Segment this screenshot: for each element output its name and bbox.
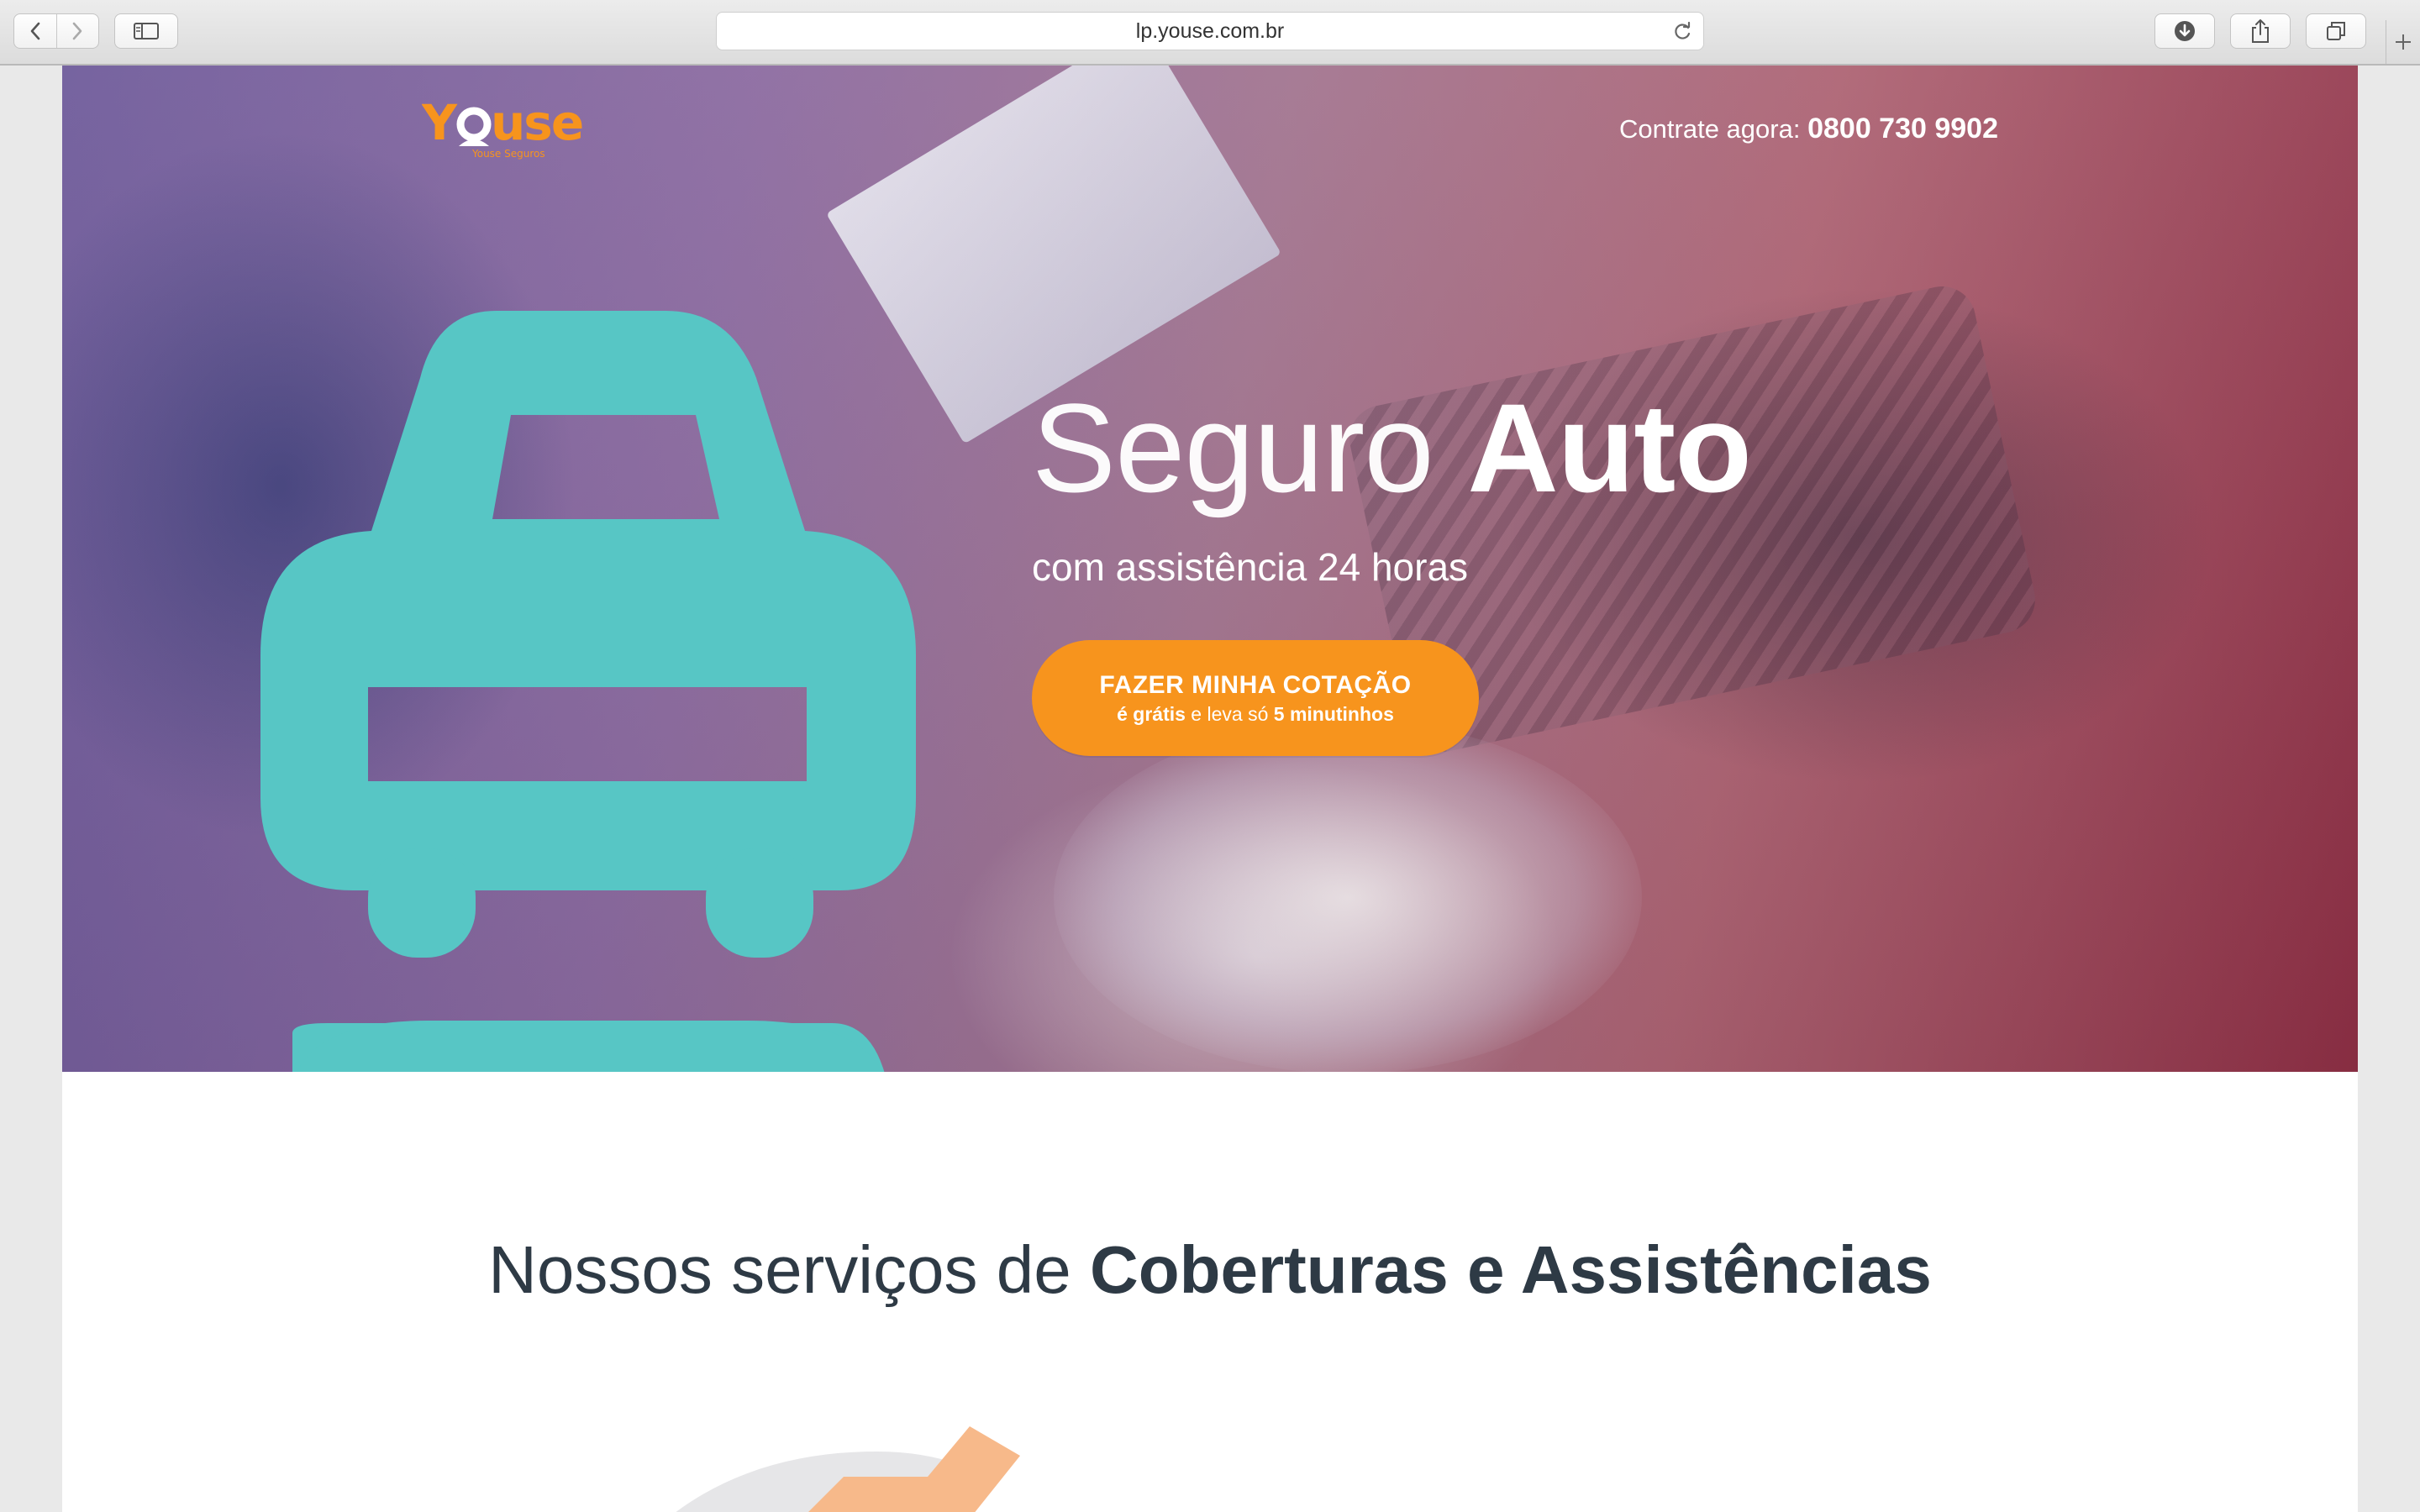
- hero-title: Seguro Auto: [1032, 385, 1752, 511]
- svg-text:use: use: [491, 94, 582, 151]
- hero-subtitle: com assistência 24 horas: [1032, 545, 1469, 589]
- quote-button-sublabel: é grátis e leva só 5 minutinhos: [1117, 703, 1394, 726]
- address-bar[interactable]: lp.youse.com.br: [716, 12, 1704, 50]
- services-heading-bold: Coberturas e Assistências: [1089, 1232, 1932, 1307]
- quote-button[interactable]: FAZER MINHA COTAÇÃO é grátis e leva só 5…: [1032, 640, 1479, 756]
- downloads-button[interactable]: [2154, 13, 2215, 49]
- nav-buttons: [13, 13, 99, 49]
- url-text: lp.youse.com.br: [1135, 18, 1285, 43]
- logo-tagline: Youse Seguros: [471, 148, 545, 160]
- phone-number[interactable]: 0800 730 9902: [1807, 113, 1998, 144]
- browser-toolbar: lp.youse.com.br: [0, 0, 2420, 66]
- cta-mid-text: e leva só: [1185, 702, 1274, 725]
- new-tab-button[interactable]: [2386, 20, 2420, 64]
- sidebar-button[interactable]: [114, 13, 178, 49]
- back-button[interactable]: [14, 14, 56, 48]
- hero-title-bold: Auto: [1467, 377, 1752, 518]
- plus-icon: [2396, 34, 2411, 50]
- hero-title-light: Seguro: [1032, 377, 1468, 518]
- reload-icon: [1675, 21, 1691, 39]
- reload-button[interactable]: [1671, 21, 1693, 47]
- cta-time-text: 5 minutinhos: [1273, 702, 1394, 725]
- sidebar-icon: [134, 23, 159, 39]
- cta-free-text: é grátis: [1117, 702, 1186, 725]
- services-heading-light: Nossos serviços de: [488, 1232, 1090, 1307]
- forward-button[interactable]: [55, 14, 99, 48]
- phone-contact: Contrate agora: 0800 730 9902: [1619, 113, 1998, 145]
- phone-label: Contrate agora:: [1619, 114, 1801, 144]
- share-button[interactable]: [2230, 13, 2291, 49]
- services-illustration: [650, 1418, 1155, 1512]
- tabs-icon: [2327, 22, 2345, 40]
- youse-logo[interactable]: Y use Youse Seguros: [421, 94, 598, 161]
- chevron-right-icon: [72, 22, 82, 40]
- chevron-left-icon: [30, 22, 40, 40]
- page-viewport: Y use Youse Seguros Contrate agora: 0800…: [62, 66, 2358, 1512]
- svg-text:Y: Y: [422, 94, 458, 151]
- quote-button-label: FAZER MINHA COTAÇÃO: [1099, 670, 1412, 699]
- share-icon: [2252, 19, 2269, 43]
- hero-banner: Y use Youse Seguros Contrate agora: 0800…: [62, 66, 2358, 1072]
- download-icon: [2175, 21, 2195, 41]
- tabs-button[interactable]: [2306, 13, 2366, 49]
- car-icon: [260, 311, 933, 1072]
- services-heading: Nossos serviços de Coberturas e Assistên…: [62, 1231, 2358, 1309]
